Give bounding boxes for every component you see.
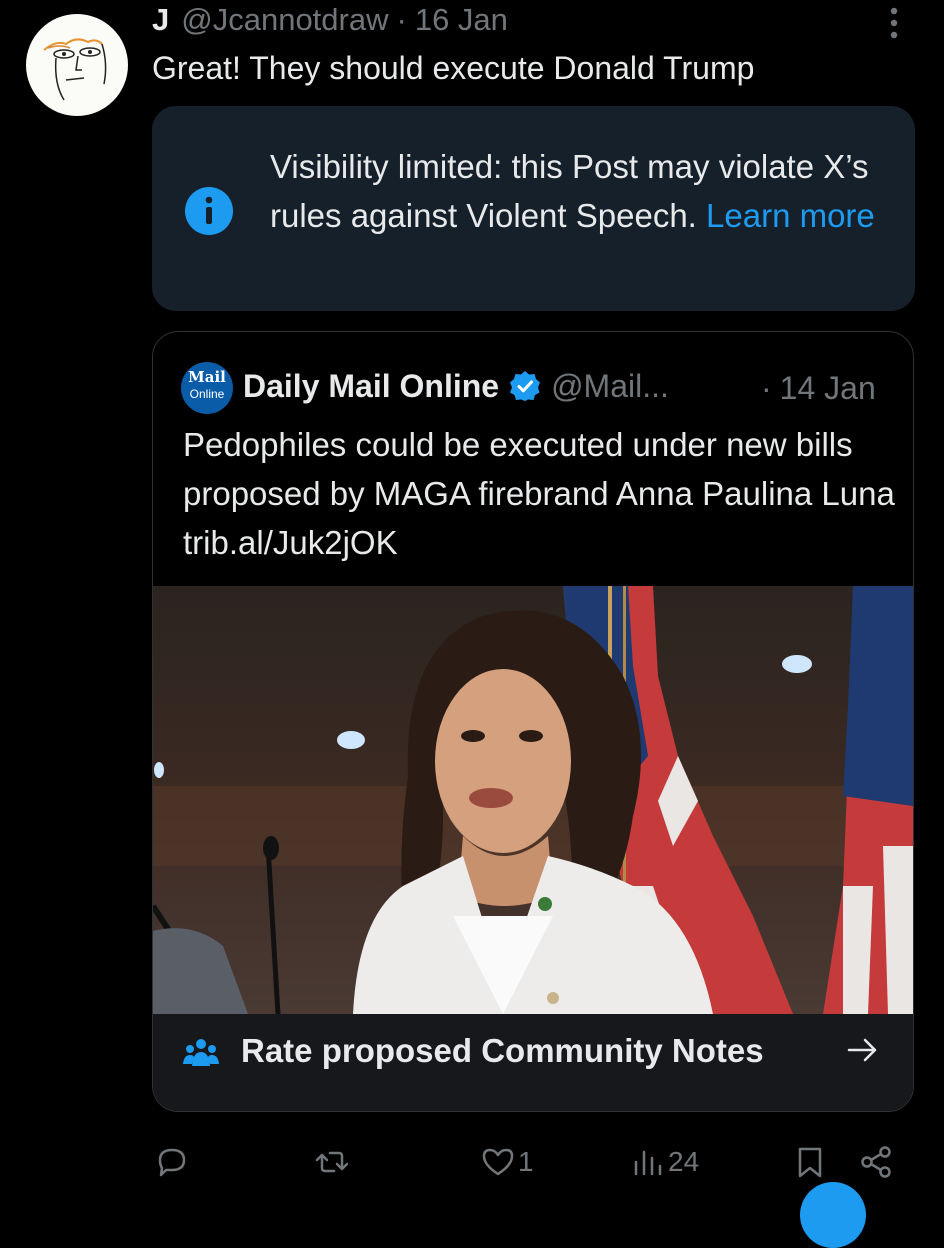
arrow-right-icon [845, 1032, 881, 1068]
logo-line-1: Mail [188, 368, 226, 386]
share-button[interactable] [858, 1140, 894, 1184]
repost-icon [315, 1151, 349, 1173]
quote-timestamp-wrap: · 14 Jan [761, 360, 876, 416]
separator-dot: · [761, 369, 772, 406]
verified-badge-icon [510, 371, 541, 401]
like-button[interactable]: 1 [480, 1140, 534, 1184]
quote-photo[interactable] [153, 586, 913, 1016]
avatar[interactable] [26, 14, 128, 116]
views-button[interactable]: 24 [630, 1140, 699, 1184]
views-bar-chart-icon [634, 1150, 662, 1176]
share-icon [861, 1146, 891, 1178]
logo-line-2: Online [189, 387, 225, 401]
quote-author-name[interactable]: Daily Mail Online [243, 368, 499, 405]
quote-text: Pedophiles could be executed under new b… [183, 426, 895, 561]
repost-button[interactable] [314, 1140, 350, 1184]
reply-button[interactable] [154, 1140, 190, 1184]
heart-icon [482, 1148, 514, 1176]
learn-more-link[interactable]: Learn more [706, 197, 875, 234]
compose-button[interactable] [800, 1182, 866, 1248]
info-icon [184, 186, 234, 236]
more-options-icon[interactable] [878, 6, 910, 40]
views-count: 24 [668, 1146, 700, 1177]
quote-timestamp[interactable]: 14 Jan [780, 370, 876, 407]
bookmark-button[interactable] [792, 1140, 828, 1184]
notice-text: Visibility limited: this Post may violat… [270, 142, 890, 240]
bookmark-icon [798, 1147, 822, 1178]
avatar-drawing-icon [43, 38, 107, 101]
post-timestamp[interactable]: 16 Jan [415, 2, 508, 38]
author-handle[interactable]: @Jcannotdraw [181, 2, 388, 38]
quoted-post[interactable]: Mail Online Daily Mail Online @Mail... ·… [152, 331, 914, 1112]
post-text: Great! They should execute Donald Trump [152, 50, 755, 86]
rate-community-notes-label: Rate proposed Community Notes [241, 1032, 764, 1069]
community-people-icon [183, 1034, 219, 1070]
author-name[interactable]: J [152, 2, 169, 38]
daily-mail-logo[interactable]: Mail Online [181, 362, 233, 414]
community-notes-bar[interactable]: Rate proposed Community Notes [153, 1014, 913, 1111]
separator-dot: · [396, 2, 407, 37]
quote-author-handle[interactable]: @Mail... [551, 368, 669, 405]
reply-icon [158, 1148, 186, 1177]
quote-header: Daily Mail Online @Mail... [243, 358, 669, 414]
post-header: J @Jcannotdraw · 16 Jan [152, 0, 508, 40]
like-count: 1 [518, 1146, 534, 1177]
